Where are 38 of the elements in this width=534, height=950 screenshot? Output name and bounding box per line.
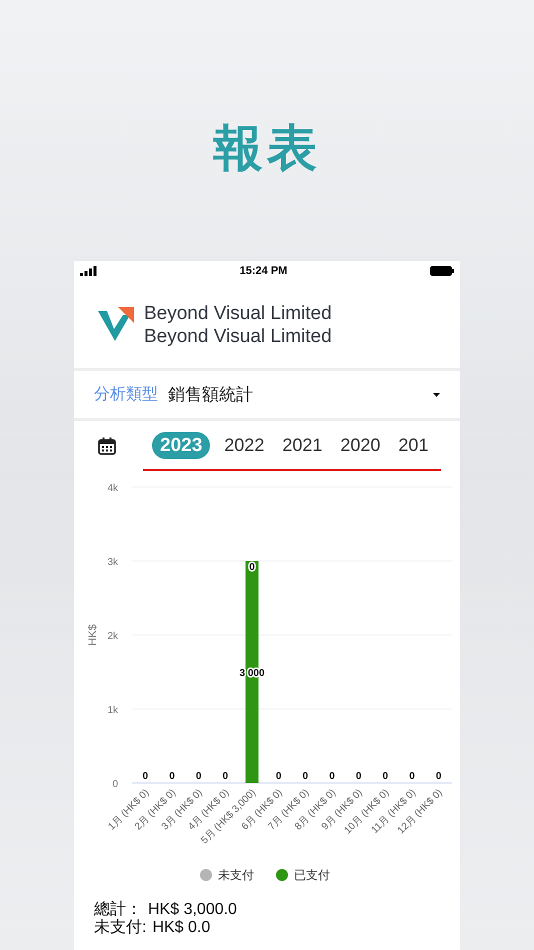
status-time: 15:24 PM bbox=[240, 264, 288, 279]
year-tab[interactable]: 2022 bbox=[220, 432, 268, 458]
data-label: 0 bbox=[276, 771, 282, 782]
legend-label[interactable]: 已支付 bbox=[294, 868, 330, 882]
company-name: Beyond Visual Limited bbox=[144, 324, 332, 348]
data-label: 0 bbox=[436, 771, 442, 782]
total-value: HK$ 3,000.0 bbox=[148, 901, 237, 919]
data-label: 0 bbox=[409, 771, 415, 782]
data-label: 0 bbox=[302, 771, 308, 782]
calendar-icon[interactable] bbox=[98, 437, 116, 455]
data-label: 0 bbox=[382, 771, 388, 782]
data-label: 0 bbox=[196, 771, 202, 782]
signal-icon bbox=[80, 266, 97, 276]
total-label: 未支付: bbox=[94, 919, 146, 937]
dropdown-caret-icon bbox=[433, 392, 440, 396]
data-label: 0 bbox=[222, 771, 228, 782]
page-title: 報表 bbox=[213, 119, 321, 178]
year-tab[interactable]: 2020 bbox=[336, 432, 384, 458]
data-label: 0 bbox=[142, 771, 148, 782]
year-tab[interactable]: 2021 bbox=[278, 432, 326, 458]
y-axis-title: HK$ bbox=[87, 624, 99, 646]
battery-icon bbox=[430, 266, 454, 276]
y-tick-label: 1k bbox=[107, 705, 118, 716]
analysis-type-select[interactable]: 分析類型 銷售額統計 bbox=[74, 371, 460, 421]
year-tab[interactable]: 201 bbox=[394, 432, 432, 458]
logo-icon bbox=[98, 306, 136, 342]
data-label: 0 bbox=[356, 771, 362, 782]
y-tick-label: 4k bbox=[107, 483, 118, 494]
data-label: 0 bbox=[169, 771, 175, 782]
y-tick-label: 0 bbox=[112, 779, 118, 790]
y-tick-label: 2k bbox=[107, 631, 118, 642]
y-tick-label: 3k bbox=[107, 557, 118, 568]
total-value: HK$ 0.0 bbox=[152, 919, 210, 937]
legend-label[interactable]: 未支付 bbox=[218, 868, 254, 882]
total-label: 總計： bbox=[94, 901, 142, 918]
data-label: 0 bbox=[329, 771, 335, 782]
company-name: Beyond Visual Limited bbox=[144, 302, 332, 324]
data-label: 0 bbox=[249, 562, 255, 573]
